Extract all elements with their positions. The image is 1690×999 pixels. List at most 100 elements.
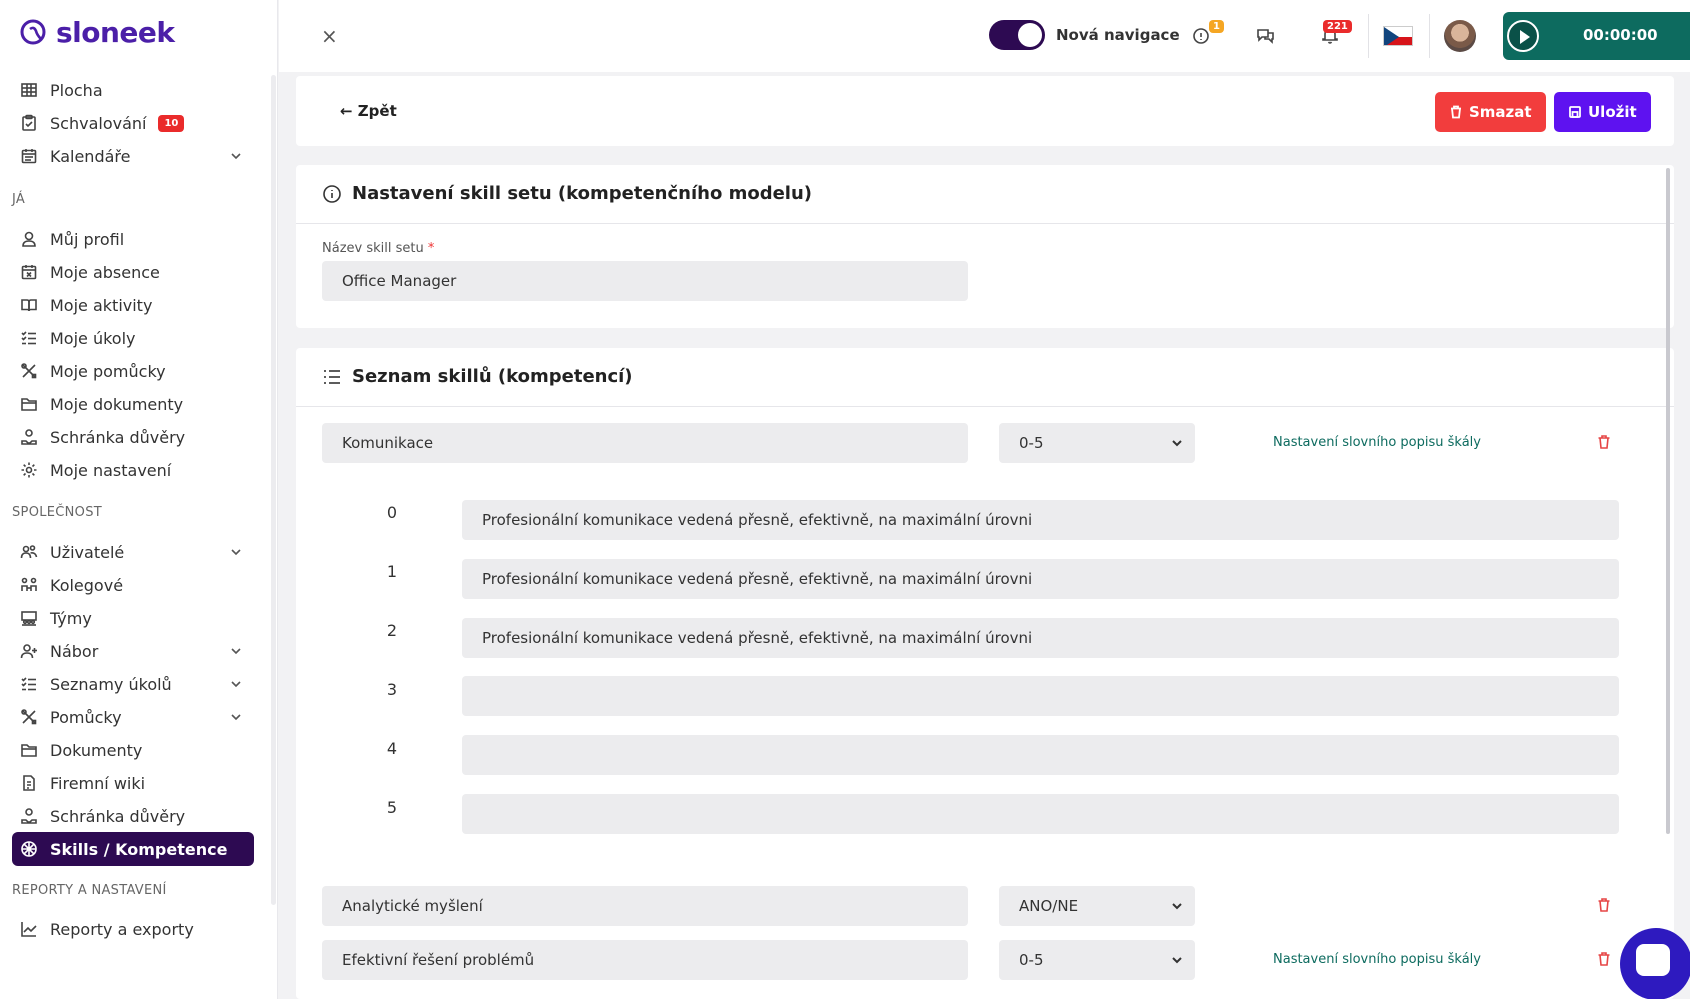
grid-icon (21, 83, 37, 97)
sidebar-item-label: Schránka důvěry (50, 427, 186, 447)
level-number: 0 (386, 503, 398, 522)
sidebar-item-moje-aktivity[interactable]: Moje aktivity (12, 288, 254, 322)
skill-set-name-input[interactable]: Office Manager (322, 261, 968, 301)
trash-icon (1598, 952, 1610, 966)
chat-widget-icon[interactable] (1620, 928, 1690, 999)
chevron-down-icon (231, 153, 241, 160)
sidebar-item-label: Moje úkoly (50, 328, 136, 348)
timer-value: 00:00:00 (1583, 26, 1658, 44)
wiki-icon (23, 775, 35, 791)
save-button[interactable]: Uložit (1554, 92, 1651, 132)
chat-bubbles-icon[interactable] (1255, 24, 1277, 46)
sidebar: sloneek Plocha Schvalování 10 Kalendáře … (0, 0, 278, 999)
level-description-input[interactable]: Profesionální komunikace vedená přesně, … (462, 618, 1619, 658)
sidebar-item-schvalovani[interactable]: Schvalování 10 (12, 106, 254, 140)
chevron-down-icon (1172, 903, 1182, 910)
level-description-input[interactable]: Profesionální komunikace vedená přesně, … (462, 559, 1619, 599)
divider (296, 223, 1674, 224)
sidebar-item-kolegove[interactable]: Kolegové (12, 568, 254, 602)
new-navigation-toggle[interactable] (989, 20, 1045, 50)
scale-description-link[interactable]: Nastavení slovního popisu škály (1273, 952, 1481, 967)
close-icon[interactable]: × (321, 24, 338, 48)
scale-select[interactable]: 0-5 (999, 423, 1195, 463)
delete-skill-button[interactable] (1596, 897, 1612, 913)
sidebar-scrollbar[interactable] (271, 75, 276, 905)
delete-skill-button[interactable] (1596, 434, 1612, 450)
delete-skill-button[interactable] (1596, 951, 1612, 967)
folder-icon (21, 398, 37, 411)
level-description-input[interactable] (462, 794, 1619, 834)
time-tracker: 00:00:00 (1503, 12, 1690, 60)
chevron-down-icon (231, 681, 241, 688)
main-scrollbar[interactable] (1666, 168, 1670, 834)
sidebar-item-skills-kompetence[interactable]: Skills / Kompetence (12, 832, 254, 866)
sidebar-item-nabor[interactable]: Nábor (12, 634, 254, 668)
scale-value: 0-5 (1019, 434, 1044, 452)
sidebar-item-pomucky[interactable]: Pomůcky (12, 700, 254, 734)
logo-text: sloneek (56, 16, 175, 49)
trash-icon (1598, 435, 1610, 449)
czech-flag-icon[interactable] (1383, 26, 1413, 46)
task-list-icon (21, 331, 36, 345)
level-description-input[interactable] (462, 735, 1619, 775)
sidebar-item-label: Kalendáře (50, 146, 131, 166)
sidebar-item-uzivatele[interactable]: Uživatelé (12, 535, 254, 569)
top-bar: × Nová navigace 1 221 00:00:00 (279, 0, 1690, 72)
book-open-icon (21, 299, 37, 312)
skill-name-input[interactable]: Analytické myšlení (322, 886, 968, 926)
sidebar-item-dokumenty[interactable]: Dokumenty (12, 733, 254, 767)
sidebar-item-moje-pomucky[interactable]: Moje pomůcky (12, 354, 254, 388)
trash-icon (1451, 105, 1461, 119)
sidebar-item-moje-nastaveni[interactable]: Moje nastavení (12, 453, 254, 487)
sidebar-item-schranka-duvery-company[interactable]: Schránka důvěry (12, 799, 254, 833)
sidebar-item-label: Schránka důvěry (50, 806, 186, 826)
users-icon (20, 545, 38, 559)
avatar[interactable] (1444, 20, 1476, 52)
sidebar-item-tymy[interactable]: Týmy (12, 601, 254, 635)
skill-set-name-label: Název skill setu * (322, 241, 434, 256)
skill-name-input[interactable]: Efektivní řešení problémů (322, 940, 968, 980)
header-card: ← Zpět Smazat Uložit (296, 76, 1674, 146)
scale-description-link[interactable]: Nastavení slovního popisu škály (1273, 435, 1481, 450)
settings-title-text: Nastavení skill setu (kompetenčního mode… (352, 183, 813, 204)
sidebar-item-plocha[interactable]: Plocha (12, 73, 254, 107)
tools-icon (21, 709, 37, 725)
level-number: 2 (386, 621, 398, 640)
level-description-input[interactable]: Profesionální komunikace vedená přesně, … (462, 500, 1619, 540)
skills-title-text: Seznam skillů (kompetencí) (352, 366, 633, 387)
skill-set-settings-card: Nastavení skill setu (kompetenčního mode… (296, 165, 1674, 328)
sidebar-item-label: Seznamy úkolů (50, 674, 172, 694)
play-icon[interactable] (1507, 20, 1539, 52)
sidebar-item-muj-profil[interactable]: Můj profil (12, 222, 254, 256)
skill-name-input[interactable]: Komunikace (322, 423, 968, 463)
level-description-input[interactable] (462, 676, 1619, 716)
scale-value: ANO/NE (1019, 897, 1079, 915)
delete-button[interactable]: Smazat (1435, 92, 1546, 132)
save-icon (1569, 106, 1581, 118)
scale-select[interactable]: ANO/NE (999, 886, 1195, 926)
sidebar-item-label: Dokumenty (50, 740, 143, 760)
sidebar-item-moje-absence[interactable]: Moje absence (12, 255, 254, 289)
sidebar-item-moje-dokumenty[interactable]: Moje dokumenty (12, 387, 254, 421)
save-label: Uložit (1588, 103, 1637, 121)
delete-label: Smazat (1469, 103, 1532, 121)
sidebar-item-moje-ukoly[interactable]: Moje úkoly (12, 321, 254, 355)
sidebar-item-schranka-duvery[interactable]: Schránka důvěry (12, 420, 254, 454)
sidebar-item-reporty-a-exporty[interactable]: Reporty a exporty (12, 912, 254, 946)
scale-select[interactable]: 0-5 (999, 940, 1195, 980)
logo[interactable]: sloneek (18, 16, 175, 49)
level-number: 5 (386, 798, 398, 817)
back-label: Zpět (357, 102, 397, 120)
sidebar-item-kalendare[interactable]: Kalendáře (12, 139, 254, 173)
back-link[interactable]: ← Zpět (340, 102, 397, 120)
trash-icon (1598, 898, 1610, 912)
chevron-down-icon (231, 714, 241, 721)
tools-icon (21, 363, 37, 379)
approvals-badge: 10 (158, 114, 185, 132)
sidebar-item-firemni-wiki[interactable]: Firemní wiki (12, 766, 254, 800)
sidebar-item-label: Moje dokumenty (50, 394, 184, 414)
sidebar-item-seznamy-ukolu[interactable]: Seznamy úkolů (12, 667, 254, 701)
calendar-x-icon (21, 265, 37, 280)
sidebar-item-label: Firemní wiki (50, 773, 146, 793)
sidebar-item-label: Nábor (50, 641, 99, 661)
